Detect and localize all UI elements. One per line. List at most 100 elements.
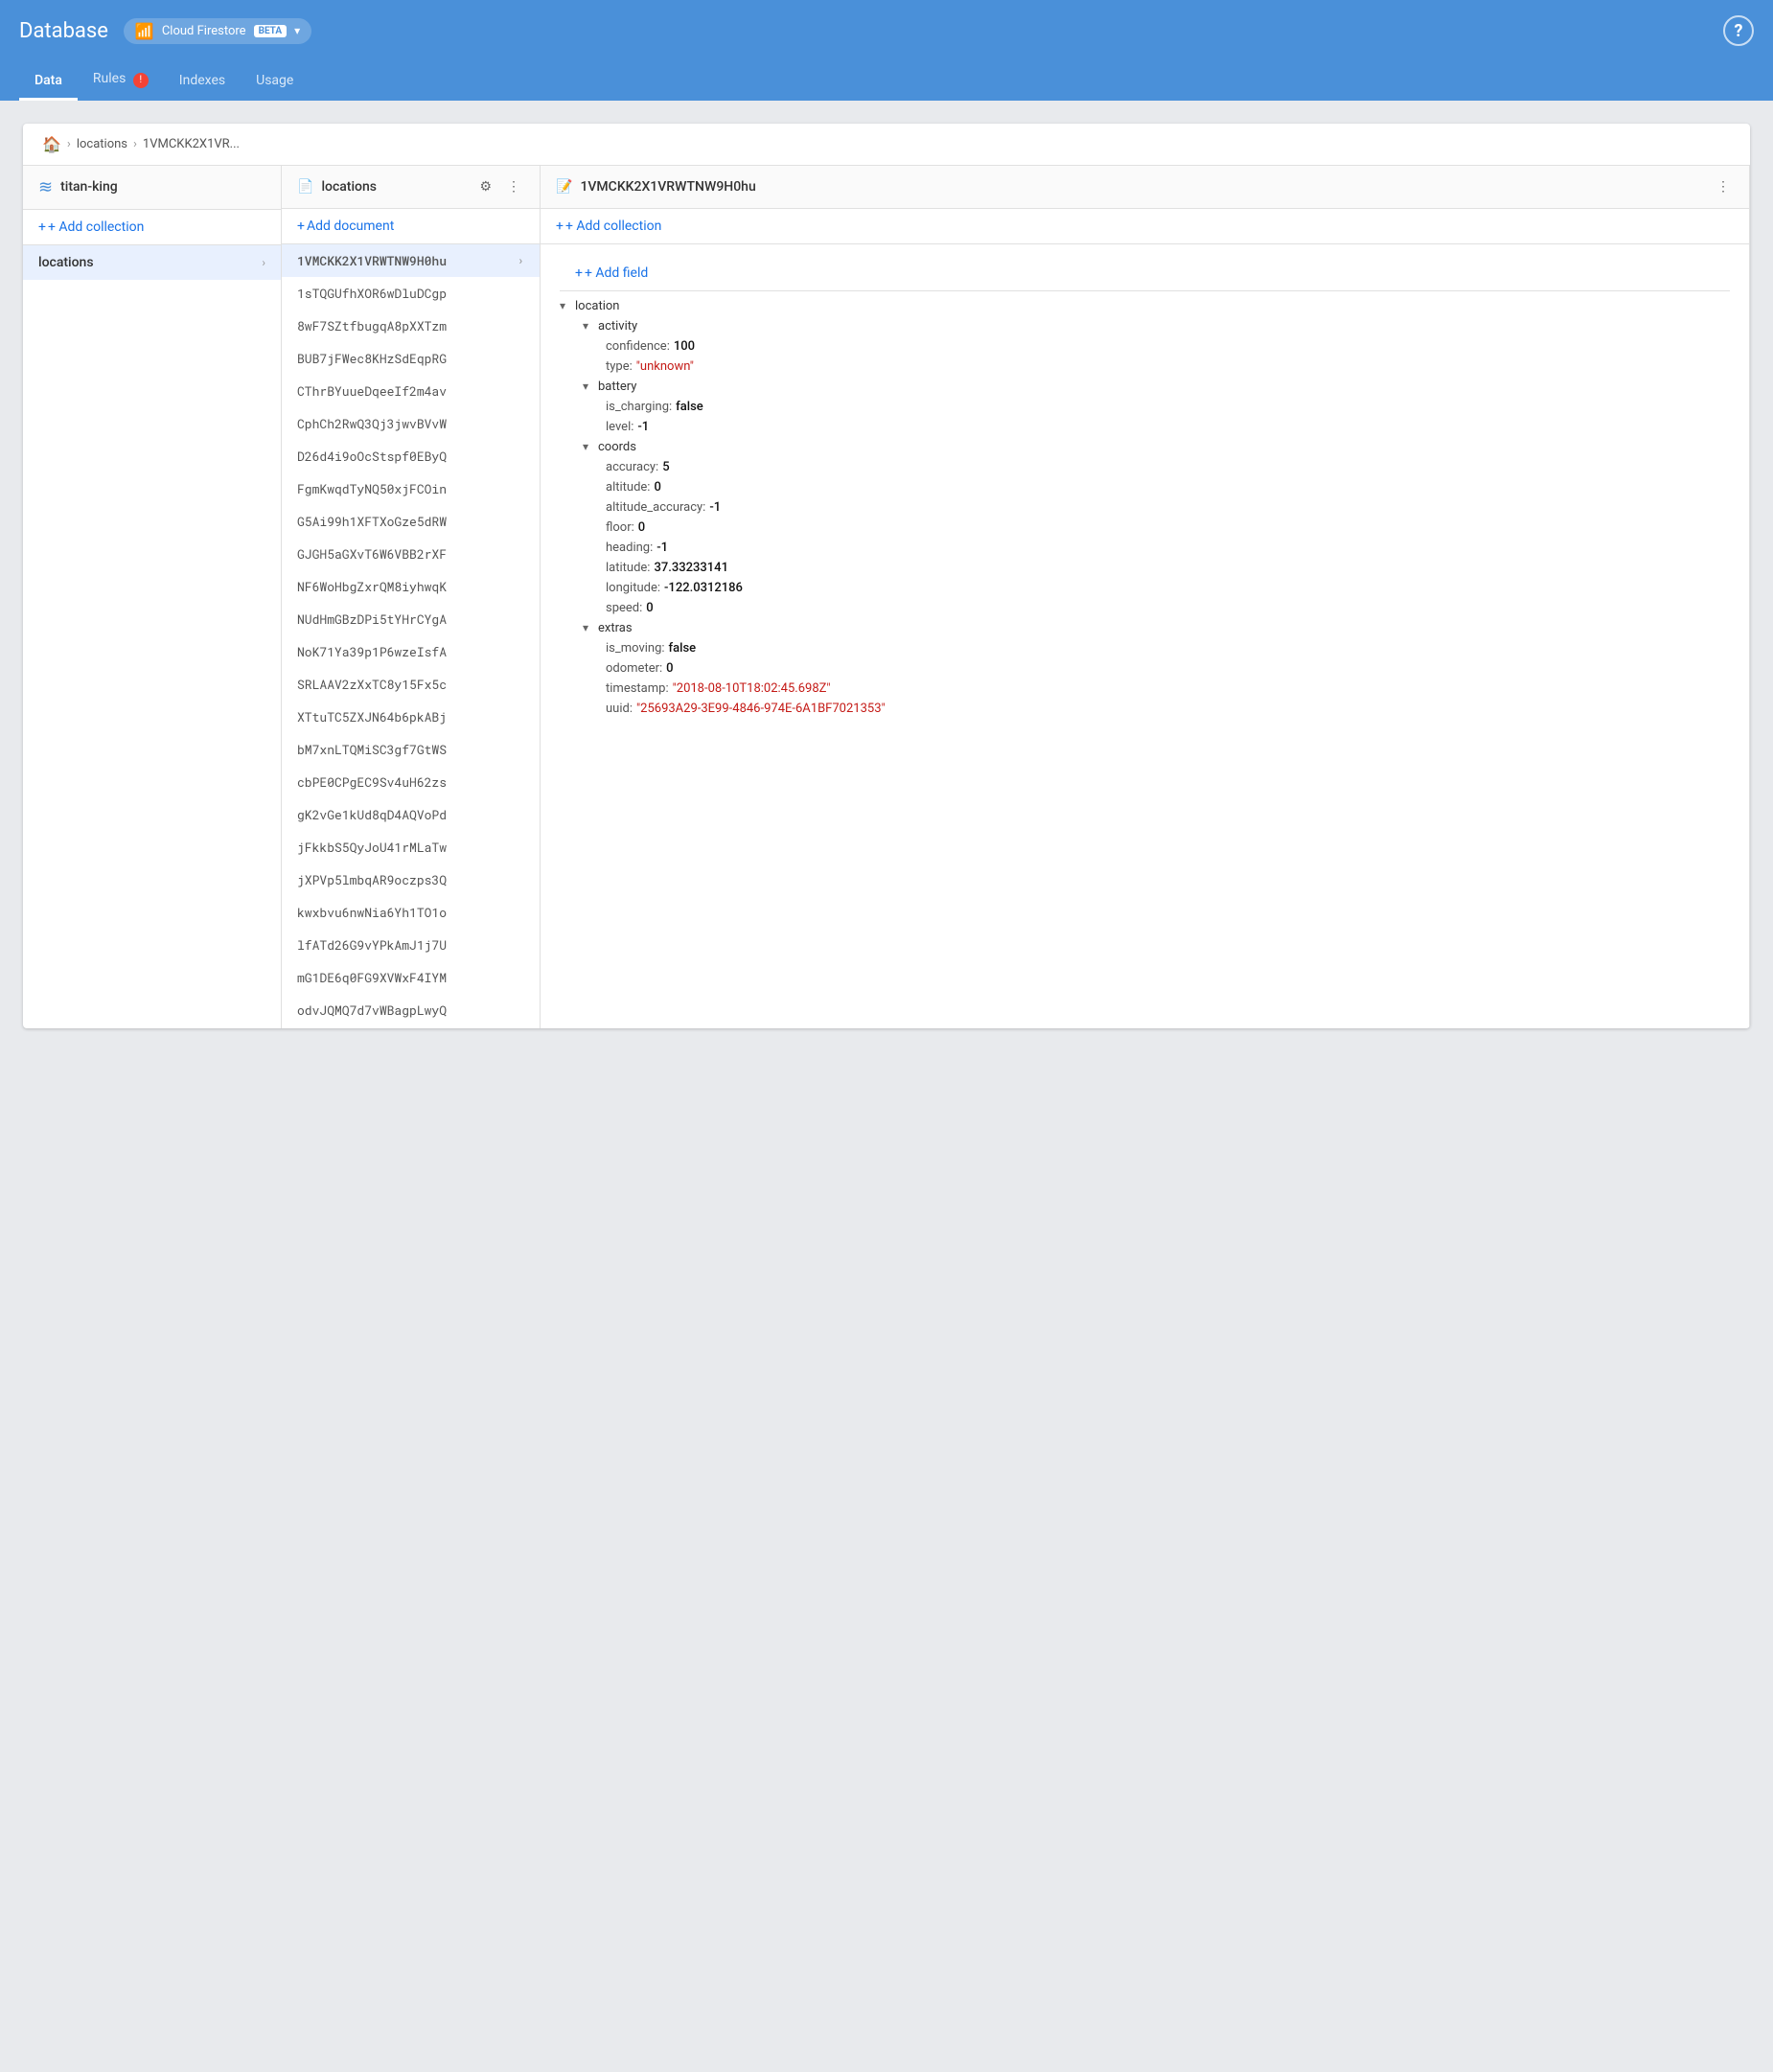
field-odometer: odometer: 0 bbox=[560, 658, 1730, 679]
field-uuid: uuid: "25693A29-3E99-4846-974E-6A1BF7021… bbox=[560, 699, 1730, 719]
field-val-type: "unknown" bbox=[636, 359, 694, 374]
separator-1: › bbox=[67, 137, 71, 151]
doc-item[interactable]: jXPVp5lmbqAR9oczps3Q bbox=[282, 863, 540, 896]
add-collection-button-3[interactable]: + + Add collection bbox=[541, 209, 1749, 244]
header-left: Database 📶 Cloud Firestore BETA ▾ bbox=[19, 18, 311, 44]
breadcrumb-locations[interactable]: locations bbox=[77, 137, 127, 151]
field-key-battery: battery bbox=[598, 380, 636, 394]
field-key-confidence: confidence: bbox=[606, 339, 670, 354]
expand-icon[interactable]: ▾ bbox=[560, 299, 571, 312]
field-type: type: "unknown" bbox=[560, 357, 1730, 377]
doc-item[interactable]: FgmKwqdTyNQ50xjFCOin bbox=[282, 472, 540, 505]
home-icon[interactable]: 🏠 bbox=[42, 135, 61, 153]
doc-item[interactable]: lfATd26G9vYPkAmJ1j7U bbox=[282, 929, 540, 961]
tab-usage[interactable]: Usage bbox=[241, 63, 309, 101]
doc-icon: 📝 bbox=[556, 179, 572, 195]
doc-item[interactable]: cbPE0CPgEC9Sv4uH62zs bbox=[282, 766, 540, 798]
field-val-level: -1 bbox=[637, 420, 649, 434]
doc-item[interactable]: gK2vGe1kUd8qD4AQVoPd bbox=[282, 798, 540, 831]
more-vert-icon-doc[interactable]: ⋮ bbox=[1713, 177, 1734, 196]
doc-item[interactable]: G5Ai99h1XFTXoGze5dRW bbox=[282, 505, 540, 538]
field-location: ▾ location bbox=[560, 291, 1730, 316]
expand-icon-coords[interactable]: ▾ bbox=[583, 440, 594, 453]
app-title: Database bbox=[19, 19, 108, 43]
help-button[interactable]: ? bbox=[1723, 15, 1754, 46]
separator-2: › bbox=[133, 137, 137, 151]
service-name: Cloud Firestore bbox=[162, 24, 246, 38]
doc-item[interactable]: SRLAAV2zXxTC8y15Fx5c bbox=[282, 668, 540, 701]
doc-item[interactable]: D26d4i9oOcStspf0EByQ bbox=[282, 440, 540, 472]
collection-item-locations[interactable]: locations › bbox=[23, 245, 281, 280]
app-header: Database 📶 Cloud Firestore BETA ▾ ? bbox=[0, 0, 1773, 61]
add-field-button[interactable]: + + Add field bbox=[560, 256, 1730, 291]
tab-indexes[interactable]: Indexes bbox=[164, 63, 241, 101]
doc-item[interactable]: GJGH5aGXvT6W6VBB2rXF bbox=[282, 538, 540, 570]
doc-item[interactable]: NF6WoHbgZxrQM8iyhwqK bbox=[282, 570, 540, 603]
doc-item-active[interactable]: 1VMCKK2X1VRWTNW9H0hu › bbox=[282, 244, 540, 277]
doc-item[interactable]: CphCh2RwQ3Qj3jwvBVvW bbox=[282, 407, 540, 440]
expand-icon-battery[interactable]: ▾ bbox=[583, 380, 594, 393]
more-vert-icon[interactable]: ⋮ bbox=[503, 177, 524, 196]
col3-header-right: ⋮ bbox=[1713, 177, 1734, 196]
column-collection: 📄 locations ⚙ ⋮ + Add document 1VMCKK2X1… bbox=[282, 166, 541, 1028]
chevron-down-icon[interactable]: ▾ bbox=[294, 24, 300, 37]
field-val-latitude: 37.33233141 bbox=[654, 561, 728, 575]
field-key-latitude: latitude: bbox=[606, 561, 650, 575]
column-document: 📝 1VMCKK2X1VRWTNW9H0hu ⋮ + + Add collect… bbox=[541, 166, 1750, 1028]
doc-item[interactable]: 1sTQGUfhXOR6wDluDCgp bbox=[282, 277, 540, 310]
doc-item[interactable]: bM7xnLTQMiSC3gf7GtWS bbox=[282, 733, 540, 766]
field-speed: speed: 0 bbox=[560, 598, 1730, 618]
chevron-right-icon-doc: › bbox=[518, 253, 524, 268]
breadcrumb-doc[interactable]: 1VMCKK2X1VR... bbox=[143, 137, 240, 151]
add-collection-button[interactable]: + + Add collection bbox=[23, 210, 281, 245]
expand-icon-extras[interactable]: ▾ bbox=[583, 621, 594, 634]
doc-item[interactable]: 8wF7SZtfbugqA8pXXTzm bbox=[282, 310, 540, 342]
field-key-is-moving: is_moving: bbox=[606, 641, 665, 656]
columns: ≋ titan-king + + Add collection location… bbox=[23, 166, 1750, 1028]
doc-item[interactable]: NUdHmGBzDPi5tYHrCYgA bbox=[282, 603, 540, 635]
doc-item[interactable]: BUB7jFWec8KHzSdEqpRG bbox=[282, 342, 540, 375]
field-accuracy: accuracy: 5 bbox=[560, 457, 1730, 477]
field-heading: heading: -1 bbox=[560, 538, 1730, 558]
field-key-activity: activity bbox=[598, 319, 637, 334]
doc-item[interactable]: XTtuTC5ZXJN64b6pkABj bbox=[282, 701, 540, 733]
field-key-level: level: bbox=[606, 420, 633, 434]
tab-rules[interactable]: Rules ! bbox=[78, 61, 164, 101]
field-val-odometer: 0 bbox=[666, 661, 673, 676]
field-val-confidence: 100 bbox=[674, 339, 695, 354]
collection-name: locations bbox=[38, 255, 94, 270]
field-key-floor: floor: bbox=[606, 520, 634, 535]
field-key-location: location bbox=[575, 299, 619, 313]
field-is-moving: is_moving: false bbox=[560, 638, 1730, 658]
field-key-uuid: uuid: bbox=[606, 702, 633, 716]
doc-item[interactable]: NoK71Ya39p1P6wzeIsfA bbox=[282, 635, 540, 668]
chevron-right-icon: › bbox=[262, 256, 265, 269]
field-key-odometer: odometer: bbox=[606, 661, 662, 676]
tab-data[interactable]: Data bbox=[19, 63, 78, 101]
service-badge[interactable]: 📶 Cloud Firestore BETA ▾ bbox=[124, 18, 311, 44]
field-val-is-moving: false bbox=[669, 641, 697, 656]
collection-icon: 📄 bbox=[297, 179, 313, 195]
doc-item[interactable]: CThrBYuueDqeeIf2m4av bbox=[282, 375, 540, 407]
field-val-altitude: 0 bbox=[654, 480, 660, 495]
col3-header: 📝 1VMCKK2X1VRWTNW9H0hu ⋮ bbox=[541, 166, 1749, 209]
field-level: level: -1 bbox=[560, 417, 1730, 437]
field-longitude: longitude: -122.0312186 bbox=[560, 578, 1730, 598]
field-altitude: altitude: 0 bbox=[560, 477, 1730, 497]
doc-item[interactable]: kwxbvu6nwNia6Yh1TO1o bbox=[282, 896, 540, 929]
field-val-longitude: -122.0312186 bbox=[664, 581, 743, 595]
doc-item[interactable]: jFkkbS5QyJoU41rMLaTw bbox=[282, 831, 540, 863]
doc-item[interactable]: odvJQMQ7d7vWBagpLwyQ bbox=[282, 994, 540, 1026]
field-key-is-charging: is_charging: bbox=[606, 400, 672, 414]
column-database: ≋ titan-king + + Add collection location… bbox=[23, 166, 282, 1028]
field-coords: ▾ coords bbox=[560, 437, 1730, 457]
expand-icon-activity[interactable]: ▾ bbox=[583, 319, 594, 333]
doc-item[interactable]: mG1DE6q0FG9XVWxF4IYM bbox=[282, 961, 540, 994]
filter-icon[interactable]: ⚙ bbox=[475, 177, 495, 196]
field-key-accuracy: accuracy: bbox=[606, 460, 658, 474]
add-document-button[interactable]: + Add document bbox=[282, 209, 540, 244]
field-key-coords: coords bbox=[598, 440, 636, 454]
field-altitude-accuracy: altitude_accuracy: -1 bbox=[560, 497, 1730, 518]
rules-badge: ! bbox=[133, 73, 149, 88]
col1-header: ≋ titan-king bbox=[23, 166, 281, 210]
